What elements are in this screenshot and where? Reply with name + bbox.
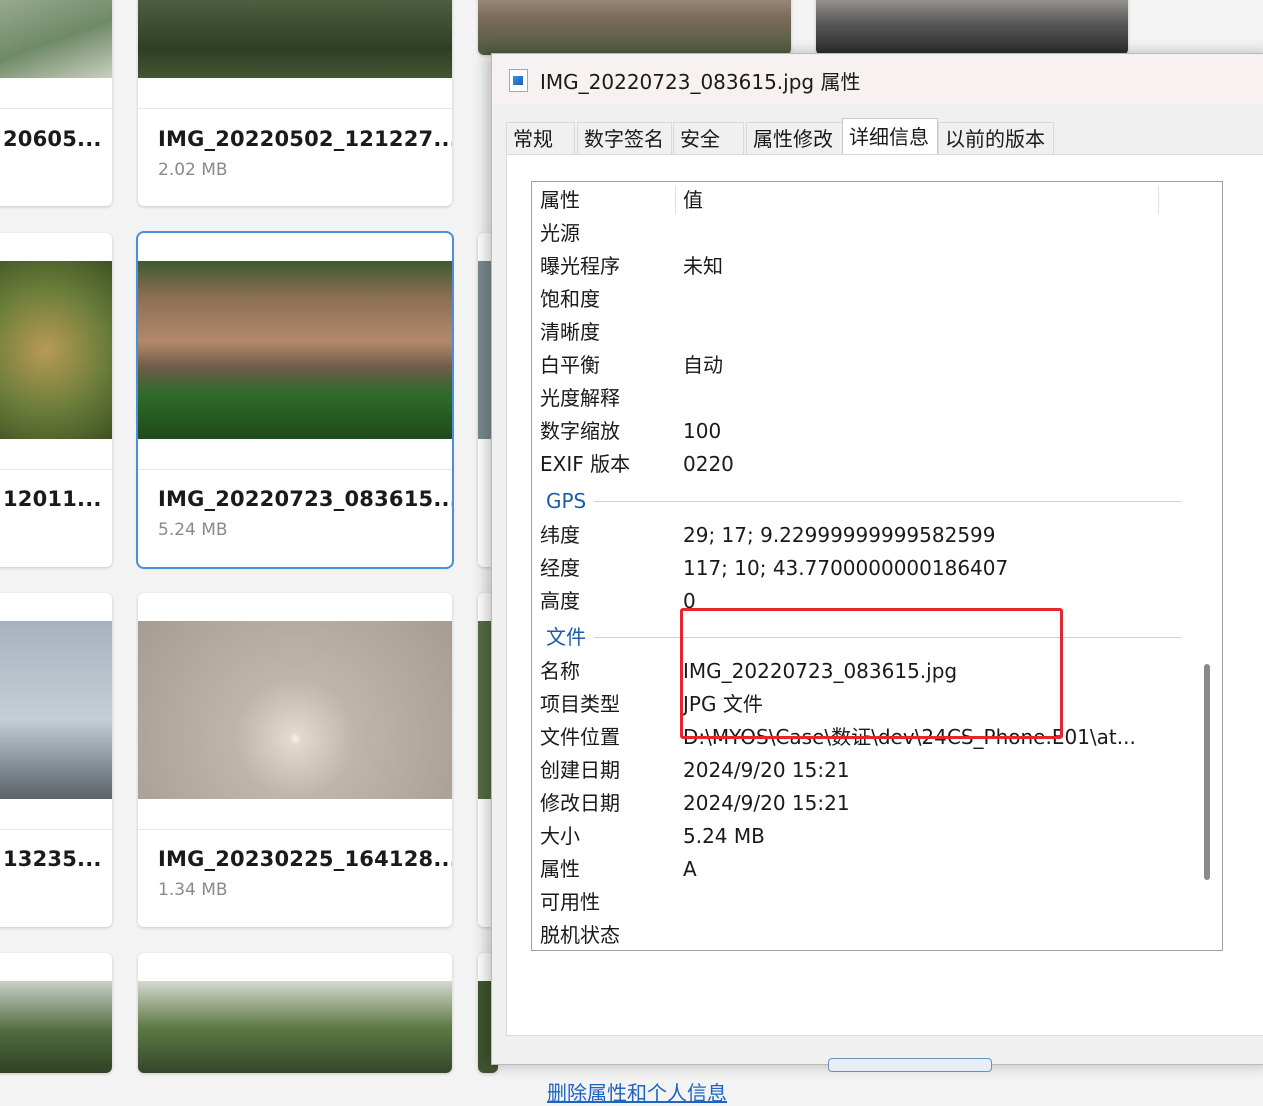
tab-security[interactable]: 安全 <box>673 122 744 154</box>
property-name: 高度 <box>540 589 580 613</box>
photo-name: 12011... <box>3 487 102 511</box>
dialog-title: IMG_20220723_083615.jpg 属性 <box>540 70 861 94</box>
property-name: 经度 <box>540 556 580 580</box>
photo-thumbnail <box>138 621 452 799</box>
details-panel: 属性 值 光源 曝光程序 未知 饱和度 清晰度 白平衡 自动 光度解释 数字缩放 10… <box>506 154 1263 1105</box>
property-name: 名称 <box>540 659 580 683</box>
photo-thumbnail <box>0 261 112 439</box>
ok-button[interactable] <box>828 1058 992 1072</box>
property-name: 白平衡 <box>540 353 600 377</box>
column-header-property[interactable]: 属性 <box>540 184 580 217</box>
column-separator[interactable] <box>675 186 676 214</box>
divider <box>138 829 452 830</box>
property-name: 文件位置 <box>540 725 620 749</box>
tab-details[interactable]: 详细信息 <box>842 118 938 155</box>
property-name: 脱机状态 <box>540 923 620 947</box>
tab-digital-signatures[interactable]: 数字签名 <box>577 122 672 154</box>
column-separator[interactable] <box>1158 186 1159 214</box>
photo-name: IMG_20220502_121227... <box>158 127 452 151</box>
property-value: A <box>683 857 697 881</box>
photo-size: 2.02 MB <box>158 160 228 180</box>
photo-thumbnail <box>0 981 112 1073</box>
photo-name: IMG_20220723_083615... <box>158 487 452 511</box>
tab-previous-versions[interactable]: 以前的版本 <box>938 122 1054 154</box>
property-name: 大小 <box>540 824 580 848</box>
properties-dialog: IMG_20220723_083615.jpg 属性 常规 数字签名 安全 属性… <box>491 53 1263 1105</box>
property-value: 0220 <box>683 452 734 476</box>
property-name: 修改日期 <box>540 791 620 815</box>
photo-size: 1.34 MB <box>158 880 228 900</box>
property-name: 光源 <box>540 221 580 245</box>
image-file-icon <box>509 69 528 92</box>
column-header-value[interactable]: 值 <box>683 184 703 217</box>
photo-card[interactable]: IMG_20230225_164128... 1.34 MB <box>138 593 452 927</box>
photo-thumbnail <box>138 261 452 439</box>
photo-card[interactable] <box>138 953 452 1073</box>
property-value: 100 <box>683 419 722 443</box>
divider <box>0 829 112 830</box>
property-name: 饱和度 <box>540 287 600 311</box>
photo-card[interactable]: IMG_20220502_121227... 2.02 MB <box>138 0 452 206</box>
divider <box>0 469 112 470</box>
property-name: 曝光程序 <box>540 254 620 278</box>
section-header-gps: GPS <box>546 489 587 513</box>
photo-card[interactable] <box>478 0 791 55</box>
property-value: 5.24 MB <box>683 824 765 848</box>
divider <box>138 108 452 109</box>
property-value: 自动 <box>683 353 723 377</box>
property-value: 未知 <box>683 254 723 278</box>
divider <box>138 469 452 470</box>
gps-highlight-box <box>680 608 1063 739</box>
photo-thumbnail <box>138 0 452 78</box>
photo-name: IMG_20230225_164128... <box>158 847 452 871</box>
photo-card-selected[interactable]: IMG_20220723_083615... 5.24 MB <box>136 231 454 569</box>
photo-size: 5.24 MB <box>158 520 228 540</box>
photo-thumbnail <box>816 0 1128 55</box>
property-name: 数字缩放 <box>540 419 620 443</box>
photo-thumbnail <box>0 0 112 78</box>
photo-thumbnail <box>0 621 112 799</box>
photo-name: 20605... <box>3 127 102 151</box>
property-name: 创建日期 <box>540 758 620 782</box>
tab-attribute-edit[interactable]: 属性修改 <box>746 122 843 154</box>
photo-card[interactable]: 12011... <box>0 233 112 567</box>
property-name: EXIF 版本 <box>540 452 631 476</box>
property-name: 项目类型 <box>540 692 620 716</box>
gps-latitude-value: 29; 17; 9.22999999999582599 <box>683 523 996 547</box>
tab-general[interactable]: 常规 <box>506 122 575 154</box>
property-name: 可用性 <box>540 890 600 914</box>
photo-card[interactable]: 20605... <box>0 0 112 206</box>
gps-longitude-value: 117; 10; 43.7700000000186407 <box>683 556 1009 580</box>
section-divider <box>594 501 1181 502</box>
property-name: 纬度 <box>540 523 580 547</box>
photo-name: 13235... <box>3 847 102 871</box>
property-name: 属性 <box>540 857 580 881</box>
property-value: 2024/9/20 15:21 <box>683 791 850 815</box>
property-list[interactable]: 属性 值 光源 曝光程序 未知 饱和度 清晰度 白平衡 自动 光度解释 数字缩放 10… <box>531 181 1223 951</box>
photo-card[interactable]: 13235... <box>0 593 112 927</box>
title-bar[interactable]: IMG_20220723_083615.jpg 属性 <box>492 54 1263 104</box>
photo-card[interactable] <box>816 0 1128 55</box>
property-name: 光度解释 <box>540 386 620 410</box>
photo-thumbnail <box>478 0 791 55</box>
section-header-file: 文件 <box>546 625 586 649</box>
column-header: 属性 值 <box>532 182 1192 216</box>
divider <box>0 108 112 109</box>
photo-thumbnail <box>138 981 452 1073</box>
photo-card[interactable] <box>0 953 112 1073</box>
remove-properties-link[interactable]: 删除属性和个人信息 <box>547 1077 727 1106</box>
scrollbar-thumb[interactable] <box>1204 664 1210 880</box>
property-name: 清晰度 <box>540 320 600 344</box>
property-value: 2024/9/20 15:21 <box>683 758 850 782</box>
